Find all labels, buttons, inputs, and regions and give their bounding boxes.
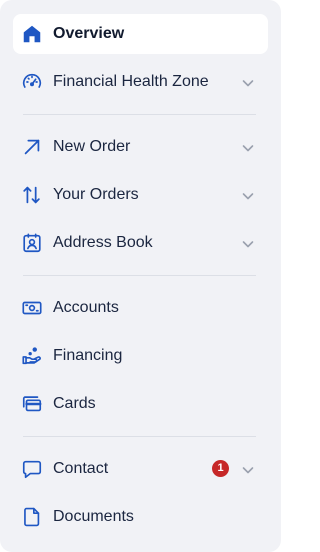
nav-item-label: Overview — [53, 25, 125, 42]
nav-item-label: Contact — [53, 460, 109, 477]
sidebar-nav: Overview Financial Health Zone New Order — [0, 0, 281, 552]
arrow-up-right-icon — [21, 136, 43, 158]
swap-vertical-icon — [21, 184, 43, 206]
chevron-down-icon[interactable] — [240, 462, 256, 478]
nav-item-label: New Order — [53, 138, 131, 155]
chevron-down-icon[interactable] — [240, 236, 256, 252]
address-book-icon — [21, 232, 43, 254]
divider — [23, 114, 256, 115]
home-icon — [21, 23, 43, 45]
divider — [23, 436, 256, 437]
divider — [23, 275, 256, 276]
banknote-icon — [21, 297, 43, 319]
cards-icon — [21, 393, 43, 415]
chevron-down-icon[interactable] — [240, 188, 256, 204]
chevron-down-icon[interactable] — [240, 140, 256, 156]
chevron-down-icon[interactable] — [240, 75, 256, 91]
nav-item-accounts[interactable]: Accounts — [13, 288, 268, 328]
document-icon — [21, 506, 43, 528]
nav-item-financial-health-zone[interactable]: Financial Health Zone — [13, 62, 268, 102]
nav-item-your-orders[interactable]: Your Orders — [13, 175, 268, 215]
nav-item-financing[interactable]: Financing — [13, 336, 268, 376]
nav-item-label: Financial Health Zone — [53, 73, 209, 90]
chat-bubble-icon — [21, 458, 43, 480]
nav-item-label: Financing — [53, 347, 123, 364]
nav-item-label: Accounts — [53, 299, 119, 316]
gauge-icon — [21, 71, 43, 93]
nav-item-documents[interactable]: Documents — [13, 497, 268, 537]
nav-item-label: Your Orders — [53, 186, 139, 203]
nav-item-label: Address Book — [53, 234, 153, 251]
hand-coin-icon — [21, 345, 43, 367]
notification-badge: 1 — [212, 460, 229, 477]
nav-item-label: Cards — [53, 395, 96, 412]
nav-item-contact[interactable]: Contact 1 — [13, 449, 268, 489]
nav-item-address-book[interactable]: Address Book — [13, 223, 268, 263]
nav-item-new-order[interactable]: New Order — [13, 127, 268, 167]
nav-item-label: Documents — [53, 508, 134, 525]
nav-item-cards[interactable]: Cards — [13, 384, 268, 424]
nav-item-overview[interactable]: Overview — [13, 14, 268, 54]
